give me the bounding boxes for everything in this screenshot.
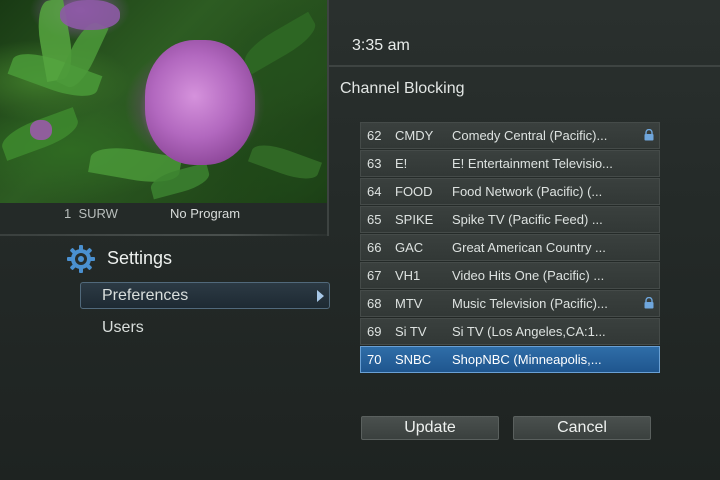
channel-name: Spike TV (Pacific Feed) ... (452, 212, 603, 227)
cancel-button[interactable]: Cancel (513, 416, 651, 440)
channel-name: Music Television (Pacific)... (452, 296, 608, 311)
channel-callsign: MTV (395, 296, 423, 311)
channel-name: Food Network (Pacific) (... (452, 184, 603, 199)
sidebar-item-users[interactable]: Users (80, 314, 330, 341)
channel-number: 68 (367, 296, 382, 311)
preview-channel-number: 1 (64, 206, 72, 221)
page-title: Channel Blocking (340, 80, 465, 97)
chevron-right-icon (317, 290, 324, 302)
sidebar-item-preferences[interactable]: Preferences (80, 282, 330, 309)
lock-icon (644, 297, 654, 309)
channel-row-64[interactable]: 64 FOOD Food Network (Pacific) (... (360, 178, 660, 205)
channel-callsign: CMDY (395, 128, 434, 143)
channel-row-65[interactable]: 65 SPIKE Spike TV (Pacific Feed) ... (360, 206, 660, 233)
channel-callsign: GAC (395, 240, 424, 255)
channel-name: Comedy Central (Pacific)... (452, 128, 608, 143)
clock: 3:35 am (352, 37, 410, 54)
channel-number: 66 (367, 240, 382, 255)
channel-name: Si TV (Los Angeles,CA:1... (452, 324, 606, 339)
preview-channel-callsign: SURW (78, 206, 118, 221)
header-divider (329, 65, 720, 67)
channel-callsign: SNBC (395, 352, 432, 367)
channel-name: Video Hits One (Pacific) ... (452, 268, 605, 283)
sidebar-item-label: Users (102, 319, 144, 336)
preview-channel-id: 1 SURW (64, 206, 118, 221)
channel-number: 63 (367, 156, 382, 171)
channel-callsign: VH1 (395, 268, 421, 283)
channel-row-66[interactable]: 66 GAC Great American Country ... (360, 234, 660, 261)
channel-callsign: SPIKE (395, 212, 434, 227)
channel-number: 69 (367, 324, 382, 339)
channel-name: ShopNBC (Minneapolis,... (452, 352, 602, 367)
channel-number: 70 (367, 352, 382, 367)
channel-row-68[interactable]: 68 MTV Music Television (Pacific)... (360, 290, 660, 317)
settings-title: Settings (107, 248, 173, 268)
channel-row-63[interactable]: 63 E! E! Entertainment Televisio... (360, 150, 660, 177)
channel-callsign: E! (395, 156, 408, 171)
preview-program-name: No Program (170, 206, 241, 221)
channel-row-69[interactable]: 69 Si TV Si TV (Los Angeles,CA:1... (360, 318, 660, 345)
left-divider (0, 234, 327, 236)
channel-callsign: Si TV (395, 324, 427, 339)
channel-name: E! Entertainment Televisio... (452, 156, 613, 171)
channel-row-67[interactable]: 67 VH1 Video Hits One (Pacific) ... (360, 262, 660, 289)
channel-row-62[interactable]: 62 CMDY Comedy Central (Pacific)... (360, 122, 660, 149)
channel-number: 67 (367, 268, 382, 283)
channel-name: Great American Country ... (452, 240, 606, 255)
lock-icon (644, 129, 654, 141)
preview-channel-info: 1 SURW No Program (0, 203, 327, 225)
gear-icon (67, 245, 95, 273)
channel-number: 62 (367, 128, 382, 143)
channel-callsign: FOOD (395, 184, 433, 199)
update-button[interactable]: Update (361, 416, 499, 440)
channel-list: 62 CMDY Comedy Central (Pacific)... 63 E… (360, 122, 660, 374)
channel-number: 64 (367, 184, 382, 199)
channel-number: 65 (367, 212, 382, 227)
vertical-divider (327, 0, 329, 236)
channel-row-70[interactable]: 70 SNBC ShopNBC (Minneapolis,... (360, 346, 660, 373)
screen: 1 SURW No Program Settings Preferences U… (0, 0, 720, 480)
sidebar-item-label: Preferences (102, 287, 189, 304)
live-tv-preview (0, 0, 327, 203)
